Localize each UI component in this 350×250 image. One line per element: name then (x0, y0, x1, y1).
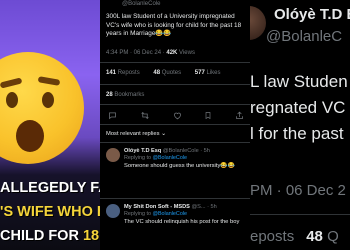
likes-label: Likes (206, 70, 221, 76)
likes-stat[interactable]: 577 Likes (195, 70, 227, 76)
zoomed-tweet-crop: Olóyè T.D E @BolanleC L law Studen regna… (250, 0, 350, 250)
caption-line-3b: 18 YEA (82, 228, 100, 244)
caption-line-2: 'S WIFE WHO HAS (0, 204, 100, 220)
replying-to-handle[interactable]: @BolanleCole (152, 155, 187, 161)
bookmarks-label: Bookmarks (114, 92, 145, 98)
tweet-actions (108, 111, 244, 122)
replying-to-label: Replying to (124, 155, 153, 161)
repost-icon[interactable] (140, 111, 150, 122)
emoji-right-eye (42, 92, 54, 108)
reply-header: Olóyè T.D Esq @BolanleCole · 5h (124, 148, 248, 154)
reply-author-name[interactable]: Olóyè T.D Esq (124, 148, 161, 154)
reply-text: The VC should relinquish his post for th… (124, 219, 240, 225)
avatar (250, 6, 266, 40)
zoomed-timestamp: PM · 06 Dec 2 (250, 182, 346, 199)
bookmark-icon[interactable] (204, 111, 212, 122)
emoji-left-eye (6, 92, 18, 108)
divider (250, 214, 350, 215)
zoomed-tweet-line-2: regnated VC (250, 98, 346, 117)
divider (100, 104, 250, 105)
reply-icon[interactable] (108, 111, 117, 122)
tweet-stats: 141 Reposts 48 Quotes 577 Likes (106, 70, 232, 76)
reposts-stat[interactable]: 141 Reposts (106, 70, 146, 76)
divider (100, 198, 250, 199)
zoomed-stats: eposts 48 Q (250, 228, 339, 245)
divider (100, 124, 250, 125)
avatar[interactable] (106, 204, 120, 218)
tweet-text: 300L law Student of a University impregn… (106, 13, 242, 38)
tweet-author-handle[interactable]: @BolanleCole (122, 1, 160, 7)
tweet-timestamp: 4:34 PM · 06 Dec 24 · 42K Views (106, 50, 195, 56)
reply-meta: @BolanleCole · 5h (161, 148, 210, 154)
reposts-count: 141 (106, 70, 117, 76)
tweet-views-count: 42K (166, 50, 178, 56)
tweet-time: 4:34 PM · 06 Dec 24 · (106, 50, 167, 56)
reply-text: Someone should guess the university😂😂 (124, 163, 235, 169)
emoji-left-brow (0, 77, 23, 89)
replying-to: Replying to @BolanleCole (124, 211, 248, 217)
likes-count: 577 (194, 70, 205, 76)
replying-to-handle[interactable]: @BolanleCole (152, 211, 187, 217)
replying-to-label: Replying to (124, 211, 153, 217)
emoji-mouth (16, 120, 44, 152)
video-thumbnail: ALLEGEDLY FATHE 'S WIFE WHO HAS CHILD FO… (0, 0, 100, 250)
bookmarks-stat[interactable]: 28 Bookmarks (106, 92, 144, 98)
thumbnail-caption: ALLEGEDLY FATHE 'S WIFE WHO HAS CHILD FO… (0, 176, 100, 248)
emoji-right-brow (37, 76, 61, 86)
zoomed-quotes-label: Q (327, 228, 339, 245)
reply-meta: @S... · 5h (189, 204, 217, 210)
zoomed-quotes-count: 48 (306, 228, 323, 245)
zoomed-author-name: Olóyè T.D E (274, 6, 350, 23)
share-icon[interactable] (235, 111, 244, 122)
divider (100, 62, 250, 63)
reply-sort-dropdown[interactable]: Most relevant replies ⌄ (106, 131, 166, 137)
avatar[interactable] (106, 148, 120, 162)
zoomed-author-handle: @BolanleC (266, 28, 343, 45)
quotes-label: Quotes (161, 70, 182, 76)
bookmarks-count: 28 (106, 92, 113, 98)
caption-line-1: ALLEGEDLY FATHE (0, 180, 100, 196)
reposts-label: Reposts (117, 70, 140, 76)
zoomed-reposts-label: eposts (250, 228, 295, 245)
divider (100, 84, 250, 85)
caption-line-3a: CHILD FOR (0, 228, 83, 244)
shocked-face-emoji-icon (0, 52, 84, 164)
quotes-stat[interactable]: 48 Quotes (153, 70, 187, 76)
zoomed-tweet-line-3: l for the past (250, 124, 344, 143)
quotes-count: 48 (153, 70, 161, 76)
divider (100, 142, 250, 143)
reply-header: My Shit Don Soft - MSDS @S... · 5h (124, 204, 248, 210)
tweet-detail: @BolanleCole 300L law Student of a Unive… (100, 0, 250, 250)
heart-icon[interactable] (173, 111, 182, 122)
zoomed-tweet-line-1: L law Studen (250, 72, 348, 91)
caption-line-3: CHILD FOR 18 YEA (0, 224, 100, 248)
replying-to: Replying to @BolanleCole (124, 155, 248, 161)
tweet-views-label: Views (177, 50, 195, 56)
reply-author-name[interactable]: My Shit Don Soft - MSDS (124, 204, 190, 210)
